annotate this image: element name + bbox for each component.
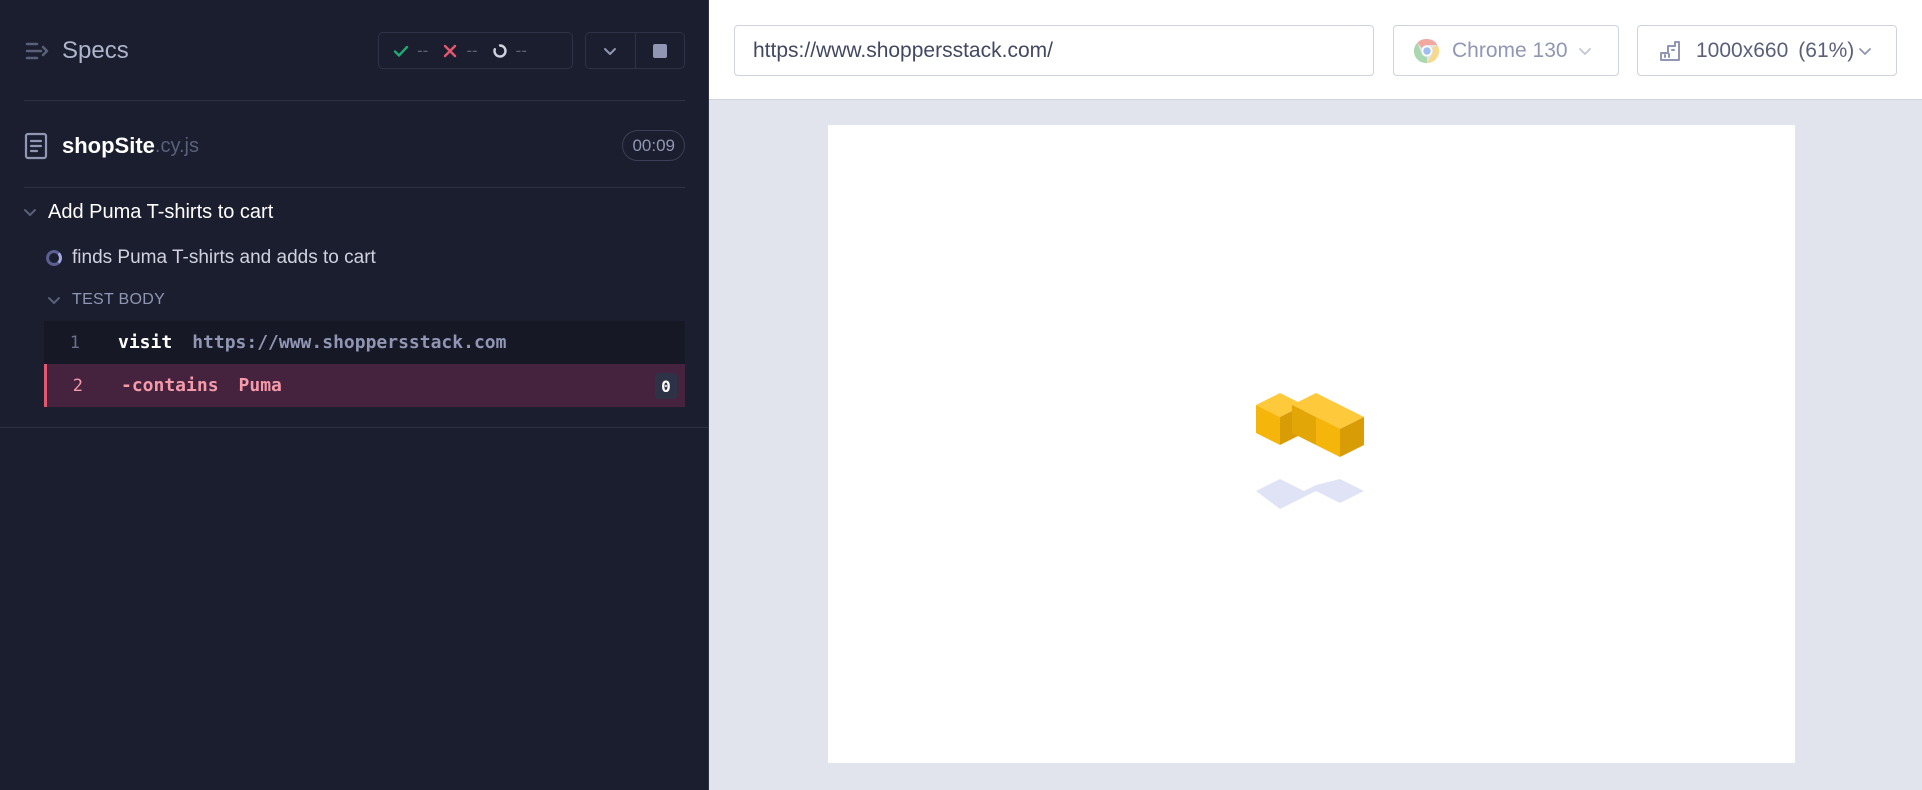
- passed-count: --: [417, 40, 429, 60]
- viewport-size: 1000x660: [1696, 38, 1789, 62]
- ruler-icon: [1660, 40, 1680, 61]
- chevron-down-icon: [48, 297, 60, 304]
- test-stats: -- -- --: [378, 32, 573, 69]
- browser-name: Chrome 130: [1452, 38, 1568, 62]
- chevron-down-icon: [24, 209, 36, 216]
- stop-icon: [652, 43, 667, 58]
- test-body-label: TEST BODY: [72, 291, 166, 308]
- spec-file-name: shopSite: [62, 133, 155, 158]
- failed-count: --: [466, 40, 478, 60]
- command-number: 2: [72, 375, 83, 396]
- url-text: https://www.shoppersstack.com/: [753, 38, 1053, 62]
- reporter-bottom-divider: [0, 427, 709, 428]
- stop-button[interactable]: [634, 33, 684, 68]
- loading-blocks-icon: [1256, 393, 1364, 509]
- app-under-test-frame: [828, 125, 1795, 763]
- document-icon: [24, 132, 48, 160]
- browser-selector[interactable]: Chrome 130: [1393, 25, 1619, 76]
- aut-header: https://www.shoppersstack.com/ Chrome 13…: [709, 0, 1922, 100]
- command-name: visit: [118, 332, 173, 353]
- running-spinner-icon: [46, 250, 62, 266]
- command-number: 1: [69, 332, 80, 353]
- specs-list-icon: [25, 42, 49, 60]
- spec-file-ext: .cy.js: [154, 134, 199, 157]
- pending-stat: --: [492, 41, 527, 61]
- url-bar[interactable]: https://www.shoppersstack.com/: [734, 25, 1374, 76]
- chrome-icon: [1414, 38, 1440, 63]
- element-count-badge: 0: [655, 373, 677, 399]
- passed-stat: --: [393, 41, 428, 61]
- test-title: finds Puma T-shirts and adds to cart: [72, 247, 376, 268]
- failed-stat: --: [442, 40, 478, 61]
- viewport-scale: (61%): [1798, 38, 1855, 62]
- specs-title: Specs: [62, 37, 129, 64]
- viewport-selector[interactable]: 1000x660 (61%): [1637, 25, 1897, 76]
- suite-title: Add Puma T-shirts to cart: [48, 200, 274, 223]
- pending-spinner-icon: [492, 43, 507, 58]
- x-icon: [444, 44, 457, 57]
- command-arg: https://www.shoppersstack.com: [192, 332, 507, 353]
- command-row-pending[interactable]: 2 -contains Puma 0: [44, 364, 685, 407]
- spec-file-header[interactable]: shopSite .cy.js 00:09: [24, 128, 685, 164]
- file-divider: [24, 187, 685, 188]
- pending-count: --: [515, 40, 527, 60]
- test-item[interactable]: finds Puma T-shirts and adds to cart: [46, 245, 376, 271]
- run-controls: [585, 32, 685, 69]
- command-arg: Puma: [238, 375, 282, 396]
- command-row[interactable]: 1 visit https://www.shoppersstack.com: [44, 321, 685, 364]
- aut-panel: https://www.shoppersstack.com/ Chrome 13…: [709, 0, 1922, 790]
- chevron-down-icon: [1578, 47, 1591, 55]
- spec-duration: 00:09: [622, 130, 685, 161]
- collapse-button[interactable]: [586, 33, 635, 68]
- chevron-down-icon: [604, 47, 617, 55]
- command-name: -contains: [121, 375, 219, 396]
- header-divider: [24, 100, 685, 101]
- chevron-down-icon: [1859, 47, 1872, 55]
- test-body-toggle[interactable]: TEST BODY: [46, 290, 165, 310]
- suite-item[interactable]: Add Puma T-shirts to cart: [22, 199, 273, 225]
- check-icon: [393, 45, 409, 57]
- specs-header[interactable]: Specs: [24, 30, 129, 72]
- reporter-panel: Specs -- -- -- shopSite .cy.js 00:09 Add…: [0, 0, 709, 790]
